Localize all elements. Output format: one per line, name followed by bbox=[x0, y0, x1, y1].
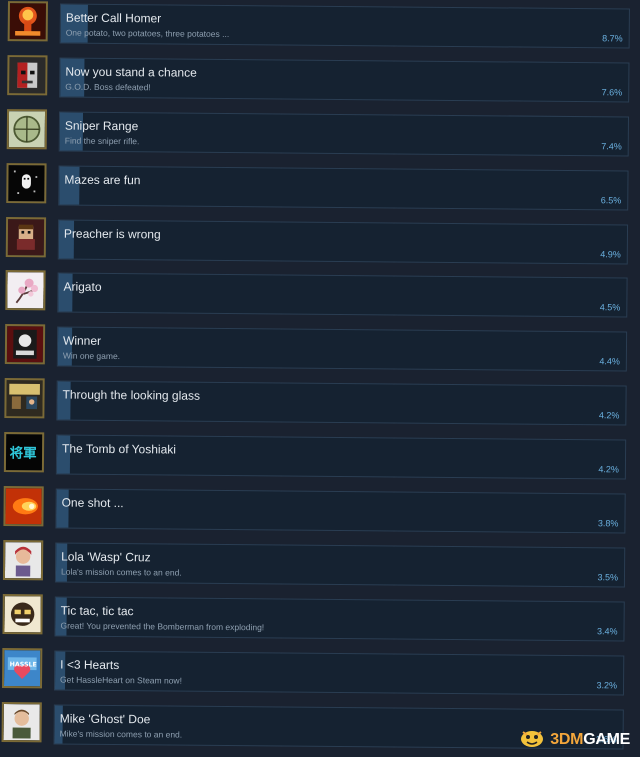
achievement-percent: 7.6% bbox=[601, 87, 623, 98]
scope-icon bbox=[6, 108, 48, 150]
achievement-name: I <3 Hearts bbox=[60, 657, 120, 672]
achievement-name: Preacher is wrong bbox=[63, 226, 161, 241]
achievement-name: Mazes are fun bbox=[64, 172, 141, 187]
progress-bar: I <3 Hearts Get HassleHeart on Steam now!… bbox=[53, 650, 625, 696]
progress-bar: Now you stand a chance G.O.D. Boss defeat… bbox=[59, 57, 630, 103]
progress-bar: Tic tac, tic tac Great! You prevented the… bbox=[54, 596, 625, 642]
achievement-name: Better Call Homer bbox=[65, 10, 162, 26]
achievement-percent: 3.4% bbox=[596, 626, 618, 637]
hassleheart-logo-icon: HASSLE bbox=[1, 647, 43, 689]
achievement-name: Tic tac, tic tac bbox=[60, 603, 134, 618]
achievement-name: Arigato bbox=[63, 280, 102, 295]
achievement-row: Winner Win one game. 4.4% bbox=[0, 323, 637, 382]
achievement-row: Through the looking glass 4.2% bbox=[0, 377, 637, 436]
achievement-list: Better Call Homer One potato, two potatoe… bbox=[0, 0, 640, 757]
achievement-name: One shot ... bbox=[61, 495, 124, 511]
watermark-logo: 3DMGAME bbox=[550, 730, 630, 748]
achievement-percent: 4.2% bbox=[598, 464, 619, 475]
achievement-description: Lola's mission comes to an end. bbox=[60, 566, 182, 578]
achievement-name: Sniper Range bbox=[64, 118, 139, 133]
progress-bar: Mazes are fun 6.5% bbox=[58, 165, 629, 211]
achievement-percent: 3.8% bbox=[597, 518, 619, 529]
achievement-row: Sniper Range Find the sniper rifle. 7.4% bbox=[0, 108, 639, 167]
achievement-row: Arigato 4.5% bbox=[0, 269, 638, 328]
progress-bar: Preacher is wrong 4.9% bbox=[57, 219, 629, 265]
progress-bar: Lola 'Wasp' Cruz Lola's mission comes to … bbox=[54, 542, 626, 588]
achievement-name: Lola 'Wasp' Cruz bbox=[61, 549, 151, 565]
peace-poster-icon bbox=[4, 324, 46, 365]
achievement-percent: 4.4% bbox=[599, 356, 620, 367]
achievement-description: Get HassleHeart on Steam now! bbox=[60, 674, 183, 686]
achievement-row: Preacher is wrong 4.9% bbox=[0, 216, 638, 275]
achievement-percent: 8.7% bbox=[602, 33, 623, 44]
achievement-percent: 3.2% bbox=[596, 679, 618, 691]
svg-text:HASSLE: HASSLE bbox=[10, 661, 37, 668]
fireball-icon bbox=[3, 486, 44, 527]
achievement-row: Mazes are fun 6.5% bbox=[0, 162, 639, 221]
robot-face-icon bbox=[7, 54, 48, 96]
achievement-name: Now you stand a chance bbox=[65, 64, 197, 80]
achievement-name: Winner bbox=[62, 333, 102, 349]
achievement-percent: 6.5% bbox=[600, 194, 622, 206]
achievement-percent: 4.5% bbox=[599, 302, 621, 313]
achievement-percent: 4.9% bbox=[600, 248, 621, 259]
achievement-row: One shot ... 3.8% bbox=[0, 485, 636, 544]
progress-bar: Winner Win one game. 4.4% bbox=[56, 326, 628, 372]
achievement-name: The Tomb of Yoshiaki bbox=[62, 441, 177, 457]
achievement-row: Tic tac, tic tac Great! You prevented the… bbox=[0, 593, 635, 652]
achievement-name: Mike 'Ghost' Doe bbox=[59, 711, 151, 726]
progress-bar: Sniper Range Find the sniper rifle. 7.4% bbox=[58, 111, 630, 157]
progress-bar: Through the looking glass 4.2% bbox=[56, 380, 627, 426]
achievement-row: Lola 'Wasp' Cruz Lola's mission comes to … bbox=[0, 539, 635, 598]
achievement-description: One potato, two potatoes, three potatoes… bbox=[65, 27, 230, 40]
lola-portrait-icon bbox=[2, 539, 44, 581]
progress-bar: Better Call Homer One potato, two potatoe… bbox=[59, 3, 630, 49]
progress-bar: The Tomb of Yoshiaki 4.2% bbox=[55, 434, 627, 480]
watermark-mascot-icon bbox=[517, 726, 547, 753]
achievement-percent: 7.4% bbox=[601, 141, 622, 152]
achievement-description: G.O.D. Boss defeated! bbox=[65, 81, 151, 93]
kanji-sign-icon: 将軍 bbox=[3, 432, 45, 473]
cherry-blossom-icon bbox=[5, 270, 46, 311]
achievement-percent: 4.2% bbox=[598, 410, 620, 421]
achievement-description: Win one game. bbox=[62, 350, 121, 362]
achievement-percent: 3.5% bbox=[597, 572, 619, 583]
achievement-row: Now you stand a chance G.O.D. Boss defeat… bbox=[0, 54, 640, 113]
ghost-maze-icon bbox=[6, 162, 47, 204]
achievement-name: Through the looking glass bbox=[62, 387, 201, 403]
mushroom-cloud-icon bbox=[7, 1, 48, 42]
pixel-character-icon bbox=[5, 216, 47, 257]
achievement-row: HASSLE I <3 Hearts Get HassleHeart on Stea… bbox=[0, 647, 634, 706]
svg-text:将軍: 将軍 bbox=[10, 445, 37, 462]
achievements-page: Better Call Homer One potato, two potatoe… bbox=[0, 0, 640, 757]
achievement-description: Mike's mission comes to an end. bbox=[59, 728, 183, 740]
achievement-description: Great! You prevented the Bomberman from … bbox=[60, 620, 265, 633]
achievement-row: Better Call Homer One potato, two potatoe… bbox=[0, 0, 640, 59]
progress-bar: Arigato 4.5% bbox=[57, 272, 628, 318]
mike-portrait-icon bbox=[1, 701, 42, 742]
progress-bar: One shot ... 3.8% bbox=[55, 488, 626, 534]
achievement-row: 将軍 The Tomb of Yoshiaki 4.2% bbox=[0, 431, 636, 490]
room-scene-icon bbox=[4, 378, 45, 419]
bomber-face-icon bbox=[2, 593, 43, 635]
achievement-description: Find the sniper rifle. bbox=[64, 135, 140, 147]
watermark: 3DMGAME bbox=[517, 726, 630, 753]
